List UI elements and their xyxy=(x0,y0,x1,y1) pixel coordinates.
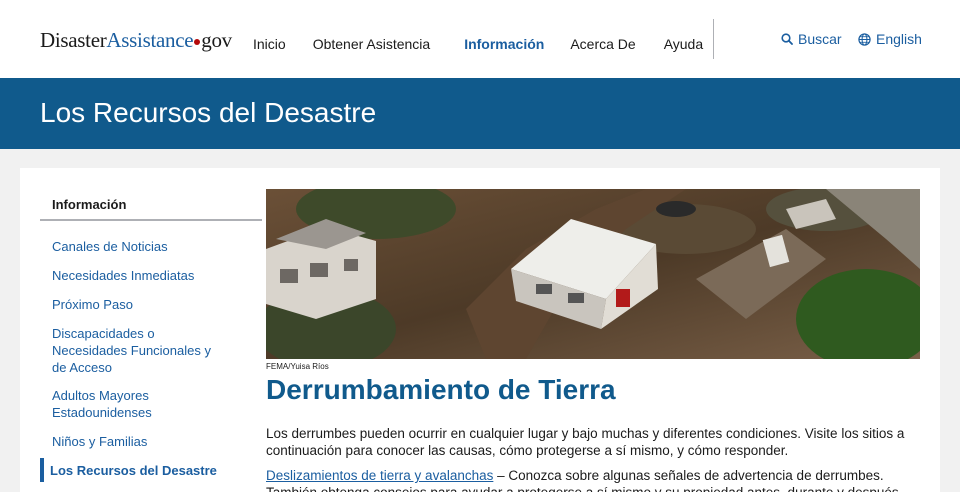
globe-icon xyxy=(858,32,871,46)
sidebar-item-necesidades-inmediatas[interactable]: Necesidades Inmediatas xyxy=(52,267,262,284)
sidebar-item-recursos-del-desastre[interactable]: Los Recursos del Desastre xyxy=(50,462,260,479)
sidebar-divider xyxy=(40,219,262,221)
search-icon xyxy=(781,33,793,45)
nav-obtener-asistencia[interactable]: Obtener Asistencia xyxy=(313,36,431,52)
article-resource-item: Deslizamientos de tierra y avalanchas – … xyxy=(266,467,920,492)
sidebar-item-discapacidades[interactable]: Discapacidades o Necesidades Funcionales… xyxy=(52,325,224,376)
language-toggle[interactable]: English xyxy=(858,31,922,47)
logo-part-disaster: Disaster xyxy=(40,28,107,52)
logo-part-gov: gov xyxy=(201,28,232,52)
sidebar-active-indicator xyxy=(40,458,44,482)
logo-part-assistance: Assistance xyxy=(106,28,194,52)
article-intro: Los derrumbes pueden ocurrir en cualquie… xyxy=(266,426,905,458)
resource-link-deslizamientos[interactable]: Deslizamientos de tierra y avalanchas xyxy=(266,468,493,483)
sidebar-item-adultos-mayores[interactable]: Adultos Mayores Estadounidenses xyxy=(52,387,192,421)
site-header: DisasterAssistance gov Inicio Obtener Asi… xyxy=(0,0,960,78)
sidebar-item-ninos-y-familias[interactable]: Niños y Familias xyxy=(52,433,262,450)
search-button[interactable]: Buscar xyxy=(781,31,842,47)
nav-inicio[interactable]: Inicio xyxy=(253,36,286,52)
language-label: English xyxy=(876,31,922,47)
landslide-illustration xyxy=(266,189,920,359)
sidebar-item-canales-de-noticias[interactable]: Canales de Noticias xyxy=(52,238,262,255)
photo-caption: FEMA/Yuisa Ríos xyxy=(266,362,329,371)
landslide-photo xyxy=(266,189,920,359)
page-banner: Los Recursos del Desastre xyxy=(0,78,960,149)
sidebar-heading: Información xyxy=(52,197,127,212)
content-panel: Información Canales de Noticias Necesida… xyxy=(20,168,940,492)
logo-dot xyxy=(194,38,201,45)
site-logo[interactable]: DisasterAssistance gov xyxy=(40,28,232,53)
page-title: Los Recursos del Desastre xyxy=(40,97,377,128)
nav-divider xyxy=(713,19,714,59)
article-title: Derrumbamiento de Tierra xyxy=(266,374,616,405)
sidebar-item-proximo-paso[interactable]: Próximo Paso xyxy=(52,296,262,313)
search-label: Buscar xyxy=(798,31,842,47)
nav-ayuda[interactable]: Ayuda xyxy=(664,36,703,52)
nav-acerca-de[interactable]: Acerca De xyxy=(570,36,635,52)
main-nav: Inicio Obtener Asistencia Información Ac… xyxy=(253,36,703,52)
nav-informacion[interactable]: Información xyxy=(464,36,544,52)
